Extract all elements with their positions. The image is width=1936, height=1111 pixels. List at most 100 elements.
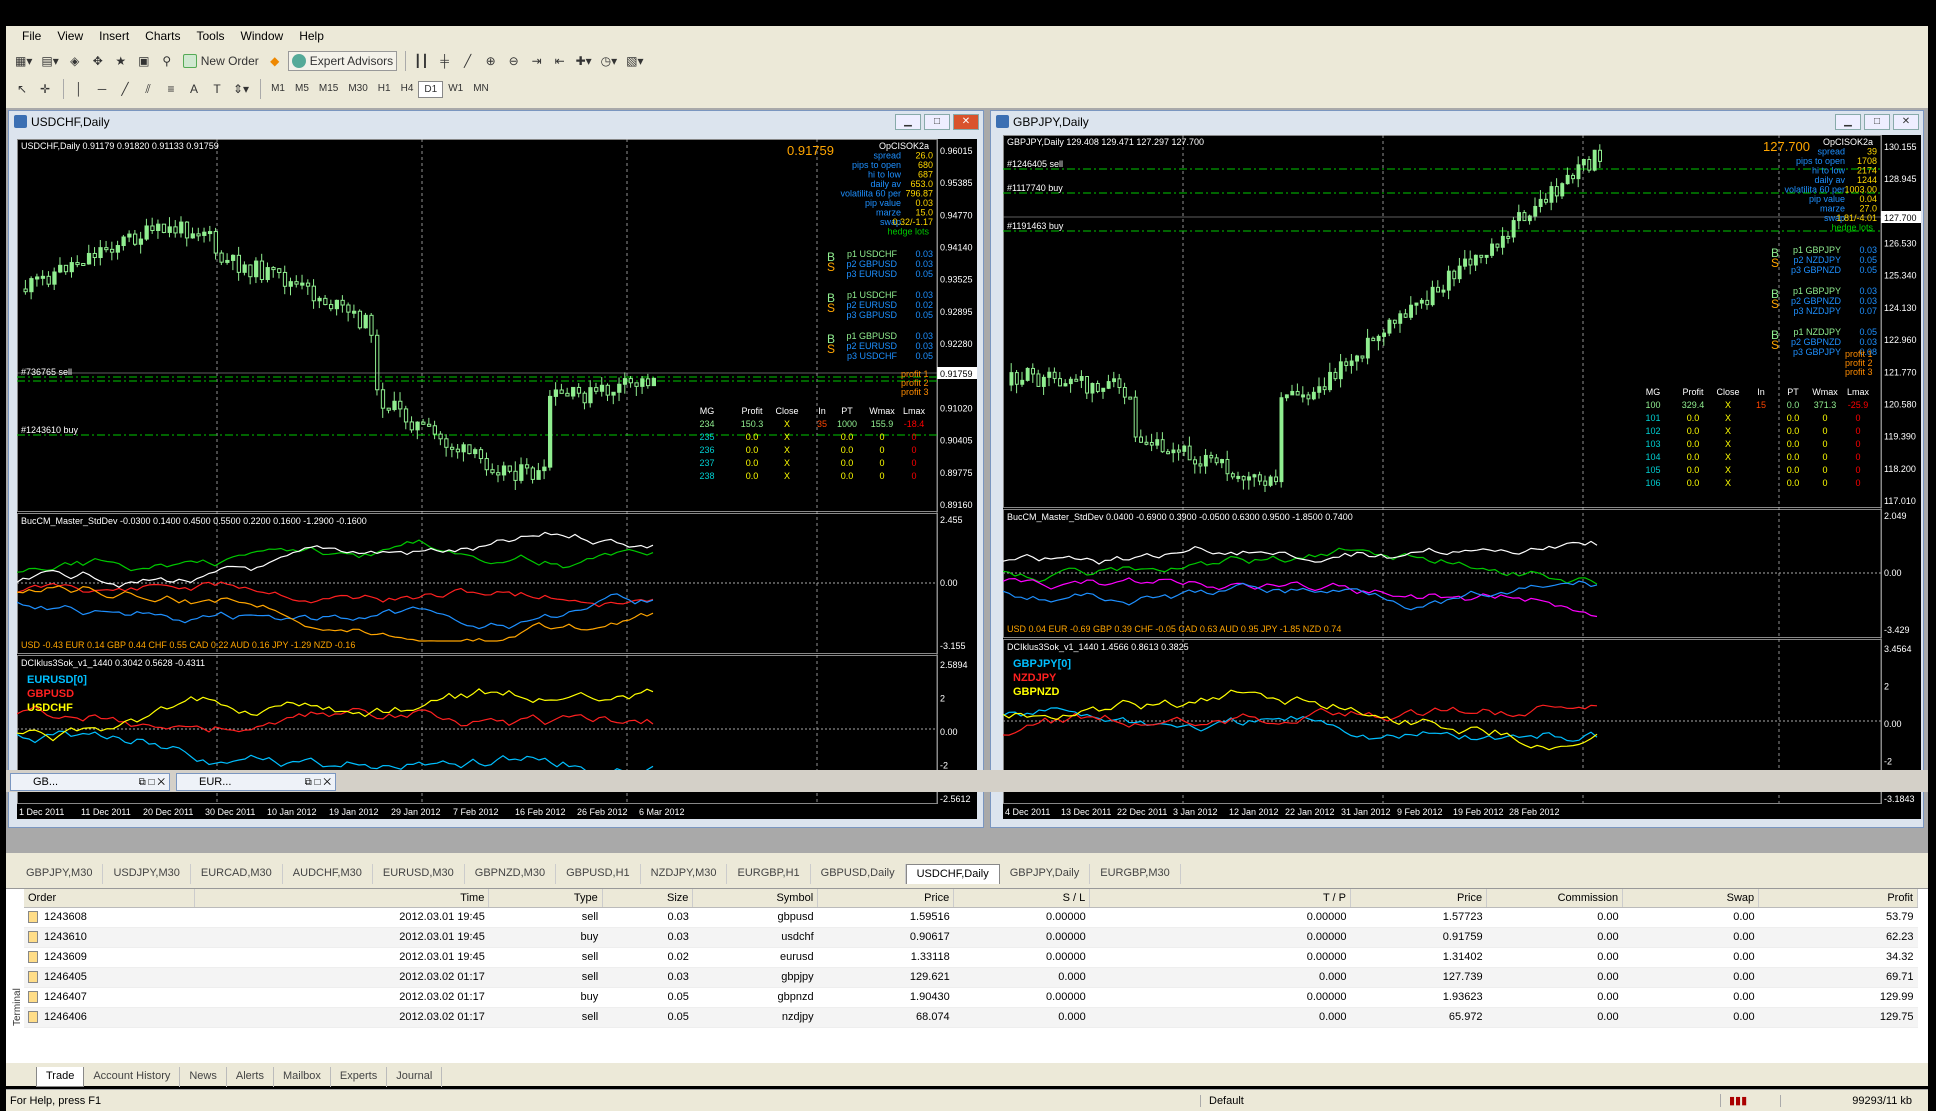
restore-icons[interactable]: ⧉ □ ✕ <box>139 777 165 788</box>
menu-file[interactable]: File <box>14 29 49 43</box>
timeframe-h4[interactable]: H4 <box>396 81 419 98</box>
terminal-tab[interactable]: Mailbox <box>274 1067 331 1087</box>
crosshair-icon[interactable]: ✛ <box>35 79 55 99</box>
terminal-tab[interactable]: Trade <box>36 1067 85 1087</box>
chart-canvas[interactable]: 127.700 130.155 128.945 126.530 125.340 124.1… <box>1003 135 1921 819</box>
column-header[interactable]: Size <box>602 889 694 908</box>
equidistant-channel-icon[interactable]: ⫽ <box>138 79 158 99</box>
restore-icons[interactable]: ⧉ □ ✕ <box>305 777 331 788</box>
cursor-icon[interactable]: ↖ <box>12 79 32 99</box>
chart-tab[interactable]: EURGBP,M30 <box>1090 864 1181 884</box>
column-header[interactable]: Price <box>817 889 955 908</box>
order-row[interactable]: 1243609 2012.03.01 19:45 sell 0.02 eurusd 1.3… <box>24 947 1918 968</box>
zoom-in-icon[interactable]: ⊕ <box>481 51 501 71</box>
timeframe-mn[interactable]: MN <box>468 81 494 98</box>
terminal-tab[interactable]: Account History <box>84 1067 181 1087</box>
strategy-tester-icon[interactable]: ⚲ <box>157 51 177 71</box>
menu-tools[interactable]: Tools <box>189 29 233 43</box>
fibonacci-icon[interactable]: ≡ <box>161 79 181 99</box>
timeframe-m30[interactable]: M30 <box>343 81 372 98</box>
chart-tab[interactable]: GBPJPY,M30 <box>16 864 104 884</box>
column-header[interactable]: Symbol <box>692 889 819 908</box>
chart-tab[interactable]: NZDJPY,M30 <box>641 864 728 884</box>
order-row[interactable]: 1246406 2012.03.02 01:17 sell 0.05 nzdjpy 68.… <box>24 1007 1918 1028</box>
chart-tab[interactable]: EURCAD,M30 <box>191 864 283 884</box>
zoom-out-icon[interactable]: ⊖ <box>504 51 524 71</box>
profiles-icon[interactable]: ▤▾ <box>38 51 61 71</box>
horizontal-line-icon[interactable]: ─ <box>92 79 112 99</box>
chart-tab[interactable]: USDCHF,Daily <box>905 864 1000 884</box>
arrows-icon[interactable]: ⇕▾ <box>230 79 252 99</box>
menu-charts[interactable]: Charts <box>137 29 188 43</box>
terminal-tab[interactable]: Journal <box>387 1067 443 1087</box>
text-icon[interactable]: A <box>184 79 204 99</box>
close-button[interactable]: ✕ <box>1893 114 1919 130</box>
column-header[interactable]: Type <box>488 889 603 908</box>
column-header[interactable]: S / L <box>953 889 1091 908</box>
maximize-button[interactable]: □ <box>924 114 950 130</box>
window-titlebar[interactable]: GBPJPY,Daily ▁ □ ✕ <box>991 111 1923 133</box>
timeframe-m5[interactable]: M5 <box>290 81 314 98</box>
chart-canvas[interactable]: 0.91759 0.96015 0.95385 0.94770 0.94140 0.935… <box>17 139 977 819</box>
order-row[interactable]: 1243608 2012.03.01 19:45 sell 0.03 gbpusd 1.5… <box>24 907 1918 928</box>
menu-view[interactable]: View <box>49 29 91 43</box>
column-header[interactable]: Swap <box>1622 889 1760 908</box>
timeframe-m15[interactable]: M15 <box>314 81 343 98</box>
column-header[interactable]: Order <box>24 889 195 908</box>
timeframe-d1[interactable]: D1 <box>418 80 444 98</box>
column-header[interactable]: T / P <box>1089 889 1352 908</box>
menu-help[interactable]: Help <box>291 29 332 43</box>
gbpjpy-chart[interactable]: 127.700 130.155 128.945 126.530 125.340 124.1… <box>1003 135 1921 819</box>
menu-insert[interactable]: Insert <box>91 29 137 43</box>
chart-tab[interactable]: GBPNZD,M30 <box>465 864 557 884</box>
market-watch-icon[interactable]: ◈ <box>65 51 85 71</box>
chart-tab[interactable]: USDJPY,M30 <box>103 864 191 884</box>
templates-icon[interactable]: ▧▾ <box>623 51 646 71</box>
chart-tab[interactable]: GBPJPY,Daily <box>1000 864 1091 884</box>
column-header[interactable]: Time <box>194 889 490 908</box>
line-chart-icon[interactable]: ╱ <box>458 51 478 71</box>
bar-chart-icon[interactable]: ┃┃ <box>411 51 431 71</box>
minimize-button[interactable]: ▁ <box>895 114 921 130</box>
auto-scroll-icon[interactable]: ⇥ <box>527 51 547 71</box>
navigator-icon[interactable]: ✥ <box>88 51 108 71</box>
column-header[interactable]: Profit <box>1758 889 1918 908</box>
vertical-line-icon[interactable]: │ <box>69 79 89 99</box>
column-header[interactable]: Price <box>1350 889 1488 908</box>
indicators-icon[interactable]: ✚▾ <box>573 51 595 71</box>
terminal-tab[interactable]: Experts <box>331 1067 388 1087</box>
minimized-window[interactable]: GB... ⧉ □ ✕ <box>10 773 170 791</box>
minimized-window[interactable]: EUR... ⧉ □ ✕ <box>176 773 336 791</box>
data-window-icon[interactable]: ▣ <box>134 51 154 71</box>
terminal-tab[interactable]: Alerts <box>227 1067 274 1087</box>
window-titlebar[interactable]: USDCHF,Daily ▁ □ ✕ <box>9 111 983 133</box>
new-chart-icon[interactable]: ▦▾ <box>12 51 35 71</box>
order-row[interactable]: 1246405 2012.03.02 01:17 sell 0.03 gbpjpy 129… <box>24 967 1918 988</box>
trendline-icon[interactable]: ╱ <box>115 79 135 99</box>
expert-advisors-button[interactable]: Expert Advisors <box>287 51 398 71</box>
usdchf-chart-window[interactable]: USDCHF,Daily ▁ □ ✕ 0.91759 0.96015 0.95385 0.… <box>8 110 984 828</box>
text-label-icon[interactable]: T <box>207 79 227 99</box>
chart-tab[interactable]: EURUSD,M30 <box>373 864 465 884</box>
terminal-tab[interactable]: News <box>180 1067 227 1087</box>
gbpjpy-chart-window[interactable]: GBPJPY,Daily ▁ □ ✕ 127.700 130.155 128.945 12… <box>990 110 1924 828</box>
periods-icon[interactable]: ◷▾ <box>598 51 621 71</box>
timeframe-m1[interactable]: M1 <box>266 81 290 98</box>
favorites-icon[interactable]: ★ <box>111 51 131 71</box>
close-button[interactable]: ✕ <box>953 114 979 130</box>
metaeditor-icon[interactable]: ◆ <box>265 51 285 71</box>
order-row[interactable]: 1243610 2012.03.01 19:45 buy 0.03 usdchf 0.90… <box>24 927 1918 948</box>
chart-tab[interactable]: AUDCHF,M30 <box>283 864 373 884</box>
chart-tab[interactable]: GBPUSD,H1 <box>556 864 641 884</box>
menu-window[interactable]: Window <box>233 29 292 43</box>
column-header[interactable]: Commission <box>1486 889 1624 908</box>
timeframe-w1[interactable]: W1 <box>443 81 468 98</box>
usdchf-chart[interactable]: 0.91759 0.96015 0.95385 0.94770 0.94140 0.935… <box>17 139 977 819</box>
candlestick-icon[interactable]: ╪ <box>435 51 455 71</box>
chart-shift-icon[interactable]: ⇤ <box>550 51 570 71</box>
minimize-button[interactable]: ▁ <box>1835 114 1861 130</box>
order-row[interactable]: 1246407 2012.03.02 01:17 buy 0.05 gbpnzd 1.90… <box>24 987 1918 1008</box>
maximize-button[interactable]: □ <box>1864 114 1890 130</box>
chart-tab[interactable]: GBPUSD,Daily <box>811 864 906 884</box>
chart-tab[interactable]: EURGBP,H1 <box>727 864 811 884</box>
